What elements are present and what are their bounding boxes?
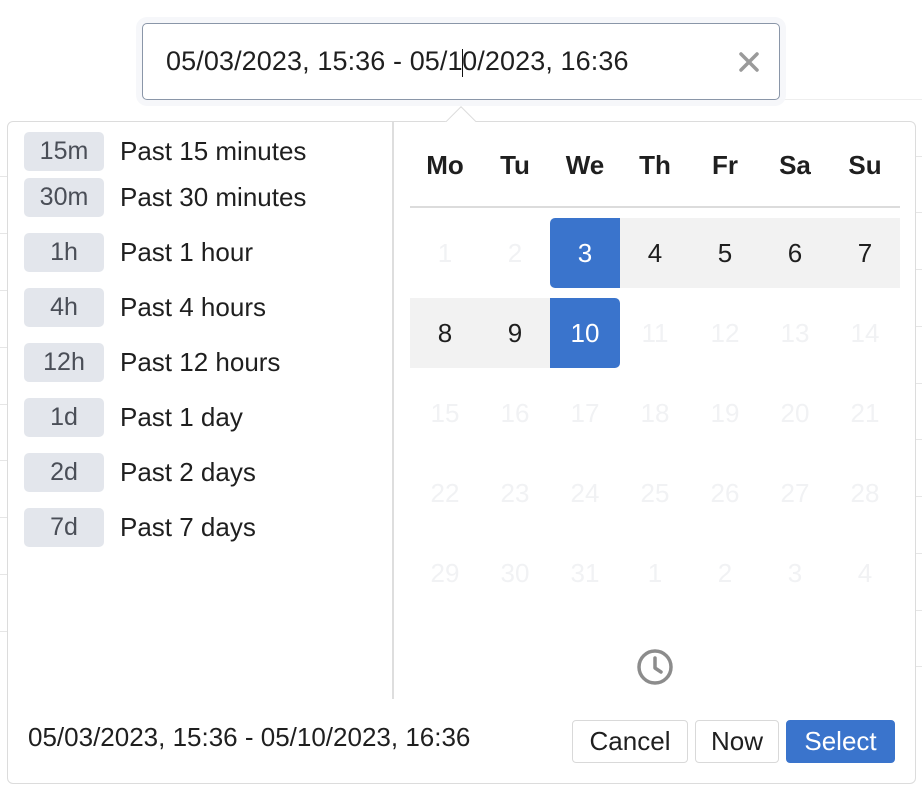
preset-label: Past 2 days [120,457,256,487]
calendar-day-disabled: 26 [710,477,740,508]
weekday-label: Th [639,149,671,180]
time-toggle-button[interactable] [636,648,674,686]
preset-label: Past 1 day [120,402,243,432]
calendar-day-in-range[interactable]: 9 [480,298,550,368]
popup-arrow [444,104,476,122]
preset-list: 15m Past 15 minutes 30m Past 30 minutes 1h Pa… [24,131,394,555]
calendar-day-range-end[interactable]: 10 [550,298,620,368]
calendar-day-disabled: 18 [640,397,670,428]
calendar-day-disabled: 20 [780,397,810,428]
preset-chip: 2d [24,453,104,492]
calendar-day-disabled: 13 [780,317,810,348]
cancel-button[interactable]: Cancel [572,720,688,763]
weekday-label: Sa [779,149,811,180]
preset-item[interactable]: 4h Past 4 hours [24,280,394,335]
preset-chip: 4h [24,288,104,327]
preset-item[interactable]: 7d Past 7 days [24,500,394,555]
calendar-day-disabled: 1 [437,237,453,268]
preset-item[interactable]: 15m Past 15 minutes [24,131,394,171]
calendar-day-disabled: 2 [717,557,733,588]
calendar-week-row: 29 30 31 1 2 3 4 [410,538,900,608]
weekday-label: Su [848,149,882,180]
weekday-label: Mo [426,149,464,180]
calendar-day-disabled: 3 [787,557,803,588]
preset-chip: 1h [24,233,104,272]
background-divider [780,99,922,100]
calendar-day-in-range[interactable]: 4 [620,218,690,288]
calendar-day-disabled: 4 [857,557,873,588]
preset-chip: 30m [24,178,104,217]
date-range-input-value[interactable]: 05/03/2023, 15:36 - 05/10/2023, 16:36 [166,46,629,77]
calendar-day-disabled: 22 [430,477,460,508]
weekday-label: We [565,149,605,180]
calendar-day-disabled: 2 [507,237,523,268]
calendar-day-disabled: 23 [500,477,530,508]
calendar: Mo Tu We Th Fr Sa Su 1 2 3 4 5 6 7 8 9 10 11 12 13 14 15 16 17… [410,122,900,608]
selected-range-text: 05/03/2023, 15:36 - 05/10/2023, 16:36 [28,722,471,752]
select-button[interactable]: Select [786,720,895,763]
calendar-day-disabled: 17 [570,397,600,428]
calendar-day-disabled: 15 [430,397,460,428]
calendar-day-disabled: 19 [710,397,740,428]
preset-item[interactable]: 1h Past 1 hour [24,225,394,280]
calendar-day-in-range[interactable]: 5 [690,218,760,288]
calendar-day-disabled: 30 [500,557,530,588]
date-range-picker: 05/03/2023, 15:36 - 05/10/2023, 16:36 15… [0,0,922,794]
preset-chip: 15m [24,131,104,171]
clock-icon [637,649,673,685]
preset-item[interactable]: 12h Past 12 hours [24,335,394,390]
calendar-day-in-range[interactable]: 6 [760,218,830,288]
date-range-popup: 15m Past 15 minutes 30m Past 30 minutes 1h Pa… [7,121,916,784]
preset-label: Past 15 minutes [120,135,307,166]
calendar-header-divider [410,206,900,208]
calendar-week-row: 1 234567 [410,218,900,288]
calendar-grid: 1 2 3 4 5 6 7 8 9 10 11 12 13 14 15 16 17 18 19 20 21 22 23 24 2… [410,218,900,608]
calendar-day-disabled: 27 [780,477,810,508]
calendar-day-in-range[interactable]: 8 [410,298,480,368]
preset-item[interactable]: 2d Past 2 days [24,445,394,500]
calendar-day-range-start[interactable]: 3 [550,218,620,288]
preset-chip: 1d [24,398,104,437]
calendar-day-disabled: 1 [647,557,663,588]
preset-label: Past 12 hours [120,347,281,377]
calendar-week-row: 22 23 24 25 26 27 28 [410,458,900,528]
input-text-after-caret: 0/2023, 16:36 [462,46,629,76]
calendar-week-row: 8 9 10 11 12 13 14 [410,298,900,368]
calendar-day-disabled: 28 [850,477,880,508]
preset-label: Past 30 minutes [120,182,307,212]
preset-chip: 12h [24,343,104,382]
calendar-day-disabled: 16 [500,397,530,428]
preset-label: Past 7 days [120,512,256,542]
calendar-day-disabled: 24 [570,477,600,508]
preset-item[interactable]: 30m Past 30 minutes [24,170,394,225]
panel-divider [392,122,394,699]
weekday-label: Tu [500,149,530,180]
calendar-week-row: 15 16 17 18 19 20 21 [410,378,900,448]
preset-label: Past 1 hour [120,237,253,267]
weekday-label: Fr [712,149,738,180]
calendar-day-in-range[interactable]: 7 [830,218,900,288]
calendar-day-disabled: 31 [570,557,600,588]
date-range-input[interactable]: 05/03/2023, 15:36 - 05/10/2023, 16:36 [142,23,780,100]
calendar-day-disabled: 25 [640,477,670,508]
now-button[interactable]: Now [695,720,779,763]
weekday-header: Mo Tu We Th Fr Sa Su [410,122,900,206]
clear-button[interactable] [737,50,761,74]
input-text-before-caret: 05/03/2023, 15:36 - 05/1 [166,46,463,76]
preset-chip: 7d [24,508,104,547]
calendar-day-disabled: 21 [850,397,880,428]
preset-label: Past 4 hours [120,292,266,322]
calendar-day-disabled: 11 [641,317,669,348]
calendar-day-disabled: 12 [710,317,740,348]
calendar-day-disabled: 29 [430,557,460,588]
calendar-day-disabled: 14 [850,317,880,348]
close-icon [739,51,759,72]
preset-item[interactable]: 1d Past 1 day [24,390,394,445]
